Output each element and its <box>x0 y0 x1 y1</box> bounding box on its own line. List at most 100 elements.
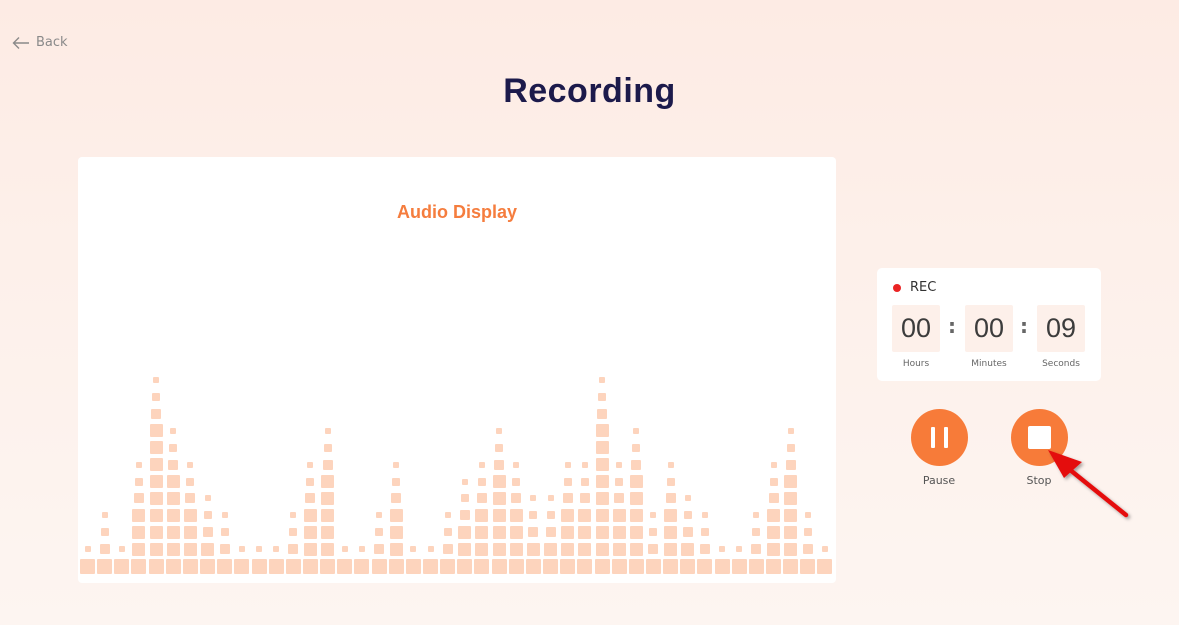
equalizer-cell <box>766 558 781 574</box>
equalizer-cell <box>186 477 195 486</box>
equalizer-cell <box>663 558 679 574</box>
equalizer-cell <box>182 558 198 574</box>
equalizer-cell <box>219 544 230 555</box>
equalizer-cell <box>513 461 520 468</box>
arrow-left-icon <box>12 36 29 49</box>
equalizer-cell <box>629 525 643 539</box>
equalizer-cell <box>562 493 573 504</box>
equalizer-cell <box>303 542 317 556</box>
equalizer-cell <box>700 528 709 537</box>
equalizer-cell <box>612 525 626 539</box>
equalizer-cell <box>114 558 130 574</box>
equalizer-cell <box>561 525 575 539</box>
equalizer-cell <box>202 527 213 538</box>
equalizer-cell <box>477 477 486 486</box>
stop-button[interactable] <box>1010 409 1068 466</box>
equalizer-cell <box>699 544 710 555</box>
equalizer-cell <box>595 475 609 488</box>
equalizer-cell <box>682 527 693 538</box>
equalizer-cell <box>97 558 113 574</box>
equalizer-cell <box>752 528 761 537</box>
equalizer-cell <box>118 546 125 553</box>
back-label: Back <box>36 35 68 50</box>
equalizer-cell <box>666 477 675 486</box>
equalizer-cell <box>577 558 593 574</box>
equalizer-cell <box>149 491 163 505</box>
equalizer-cell <box>134 477 143 486</box>
equalizer-cell <box>561 508 575 522</box>
equalizer-cell <box>595 525 609 539</box>
equalizer-cell <box>767 542 780 556</box>
equalizer-cell <box>492 542 506 556</box>
equalizer-cell <box>323 443 332 452</box>
equalizer-cell <box>100 528 109 537</box>
equalizer-cell <box>149 542 163 556</box>
rec-label: REC <box>910 280 937 295</box>
equalizer-cell <box>135 461 142 468</box>
equalizer-cell <box>631 459 642 470</box>
equalizer-cell <box>509 542 523 556</box>
equalizer-cell <box>273 546 280 553</box>
equalizer-cell <box>491 558 507 574</box>
equalizer-cell <box>149 458 163 472</box>
equalizer-cell <box>238 546 245 553</box>
equalizer-cell <box>594 558 610 574</box>
equalizer-cell <box>767 525 780 539</box>
equalizer-cell <box>614 493 625 504</box>
equalizer-cell <box>611 558 627 574</box>
equalizer-cell <box>307 461 314 468</box>
equalizer-cell <box>492 491 506 505</box>
equalizer-cell <box>166 508 180 522</box>
equalizer-cell <box>681 542 695 556</box>
back-link[interactable]: Back <box>12 35 68 50</box>
equalizer-cell <box>459 510 470 521</box>
equalizer-cell <box>599 377 605 384</box>
equalizer-cell <box>714 558 730 574</box>
equalizer-cell <box>578 508 592 522</box>
equalizer-cell <box>579 493 590 504</box>
equalizer-cell <box>290 512 297 519</box>
equalizer-cell <box>354 558 370 574</box>
equalizer-cell <box>564 461 571 468</box>
equalizer-cell <box>817 558 833 574</box>
equalizer-cell <box>530 495 537 502</box>
equalizer-cell <box>185 493 196 504</box>
equalizer-cell <box>787 427 794 434</box>
equalizer-cell <box>492 475 506 488</box>
equalizer-cell <box>804 512 811 519</box>
equalizer-cell <box>802 544 813 555</box>
equalizer-cell <box>476 493 487 504</box>
pause-button[interactable] <box>910 409 968 466</box>
equalizer-cell <box>546 511 555 520</box>
equalizer-cell <box>751 544 762 555</box>
equalizer-cell <box>187 461 194 468</box>
equalizer-cell <box>697 558 713 574</box>
equalizer-cell <box>612 542 626 556</box>
equalizer-cell <box>443 528 452 537</box>
equalizer-cell <box>784 542 798 556</box>
equalizer-cell <box>784 475 798 488</box>
equalizer-cell <box>322 459 333 470</box>
equalizer-cell <box>496 427 503 434</box>
equalizer-cell <box>580 477 589 486</box>
equalizer-cell <box>509 508 523 522</box>
audio-display-panel: Audio Display <box>78 157 836 583</box>
equalizer-cell <box>285 558 301 574</box>
equalizer-cell <box>132 525 146 539</box>
equalizer-cell <box>508 558 524 574</box>
equalizer-cell <box>391 493 402 504</box>
equalizer-cell <box>321 542 335 556</box>
equalizer-cell <box>133 493 144 504</box>
equalizer-cell <box>393 461 400 468</box>
minutes-label: Minutes <box>971 359 1007 369</box>
equalizer-cell <box>578 542 592 556</box>
equalizer-cell <box>629 542 643 556</box>
equalizer-cell <box>388 558 404 574</box>
equalizer-cell <box>664 525 678 539</box>
equalizer-cell <box>511 493 522 504</box>
hours-value: 00 <box>892 305 940 352</box>
equalizer-cell <box>131 558 147 574</box>
equalizer-cell <box>475 525 489 539</box>
equalizer-cell <box>324 427 331 434</box>
equalizer-cell <box>149 508 163 522</box>
